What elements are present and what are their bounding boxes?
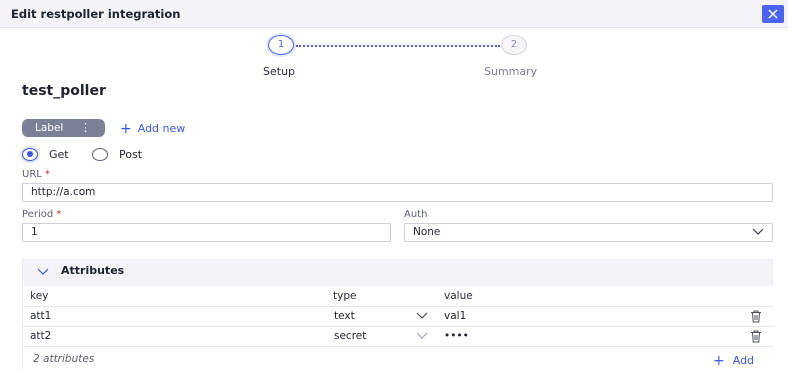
add-new-label-text: Add new <box>137 122 186 135</box>
column-header-key: key <box>30 290 49 302</box>
auth-select-value: None <box>413 226 441 238</box>
trash-icon[interactable] <box>750 330 762 343</box>
chevron-down-icon <box>37 268 49 275</box>
add-new-label-button[interactable]: + Add new <box>120 120 186 137</box>
attribute-type-select[interactable]: secret <box>333 327 433 346</box>
auth-select[interactable]: None <box>404 223 773 242</box>
close-icon <box>768 9 778 19</box>
period-label-text: Period <box>22 209 54 220</box>
attributes-footer: 2 attributes + Add <box>23 346 774 370</box>
chevron-down-icon <box>416 332 428 339</box>
attributes-title: Attributes <box>61 264 125 277</box>
attribute-type-select[interactable]: text <box>333 307 433 326</box>
url-label: URL * <box>22 169 50 180</box>
url-required-mark: * <box>45 169 51 180</box>
dialog-header: Edit restpoller integration <box>0 0 788 28</box>
attribute-type-value: text <box>334 310 355 322</box>
column-header-value: value <box>444 290 473 302</box>
attributes-panel: Attributes key type value att1 text val1… <box>22 259 774 370</box>
radio-post-label: Post <box>119 148 143 161</box>
stepper-connector <box>296 45 500 47</box>
table-row: att1 text val1 <box>23 306 774 326</box>
label-chip-text: Label <box>35 122 64 134</box>
attribute-count: 2 attributes <box>33 353 95 365</box>
step-1-label: Setup <box>263 65 296 78</box>
attribute-value[interactable]: •••• <box>444 330 469 342</box>
period-required-mark: * <box>56 209 62 220</box>
period-label: Period * <box>22 209 61 220</box>
add-attribute-label: Add <box>732 354 755 367</box>
radio-post-indicator[interactable] <box>92 148 108 161</box>
url-label-text: URL <box>22 169 42 180</box>
column-header-type: type <box>333 290 357 302</box>
step-2-indicator[interactable]: 2 <box>501 35 527 55</box>
attribute-type-value: secret <box>334 330 367 342</box>
trash-icon[interactable] <box>750 310 762 323</box>
radio-get-indicator[interactable] <box>22 148 38 161</box>
radio-get-label: Get <box>49 148 69 161</box>
url-input[interactable]: http://a.com <box>22 183 773 202</box>
attributes-accordion-header[interactable]: Attributes <box>23 260 774 284</box>
dialog-title: Edit restpoller integration <box>11 7 181 21</box>
add-attribute-button[interactable]: + Add <box>713 352 755 369</box>
chevron-down-icon <box>416 312 428 319</box>
chevron-down-icon <box>752 228 764 235</box>
step-2-label: Summary <box>484 65 538 78</box>
poller-name: test_poller <box>22 83 106 99</box>
attribute-key[interactable]: att1 <box>30 310 51 322</box>
label-chip[interactable]: Label ⋮ <box>22 119 105 137</box>
attribute-key[interactable]: att2 <box>30 330 51 342</box>
kebab-icon[interactable]: ⋮ <box>80 119 91 137</box>
plus-icon: + <box>120 121 132 137</box>
attributes-table: key type value att1 text val1 att2 secre… <box>23 286 774 370</box>
step-1-indicator[interactable]: 1 <box>268 35 294 55</box>
auth-label: Auth <box>404 209 428 220</box>
period-input[interactable]: 1 <box>22 223 391 242</box>
plus-icon: + <box>713 353 725 369</box>
table-row: att2 secret •••• <box>23 326 774 346</box>
attribute-value[interactable]: val1 <box>444 310 466 322</box>
close-button[interactable] <box>762 5 784 23</box>
